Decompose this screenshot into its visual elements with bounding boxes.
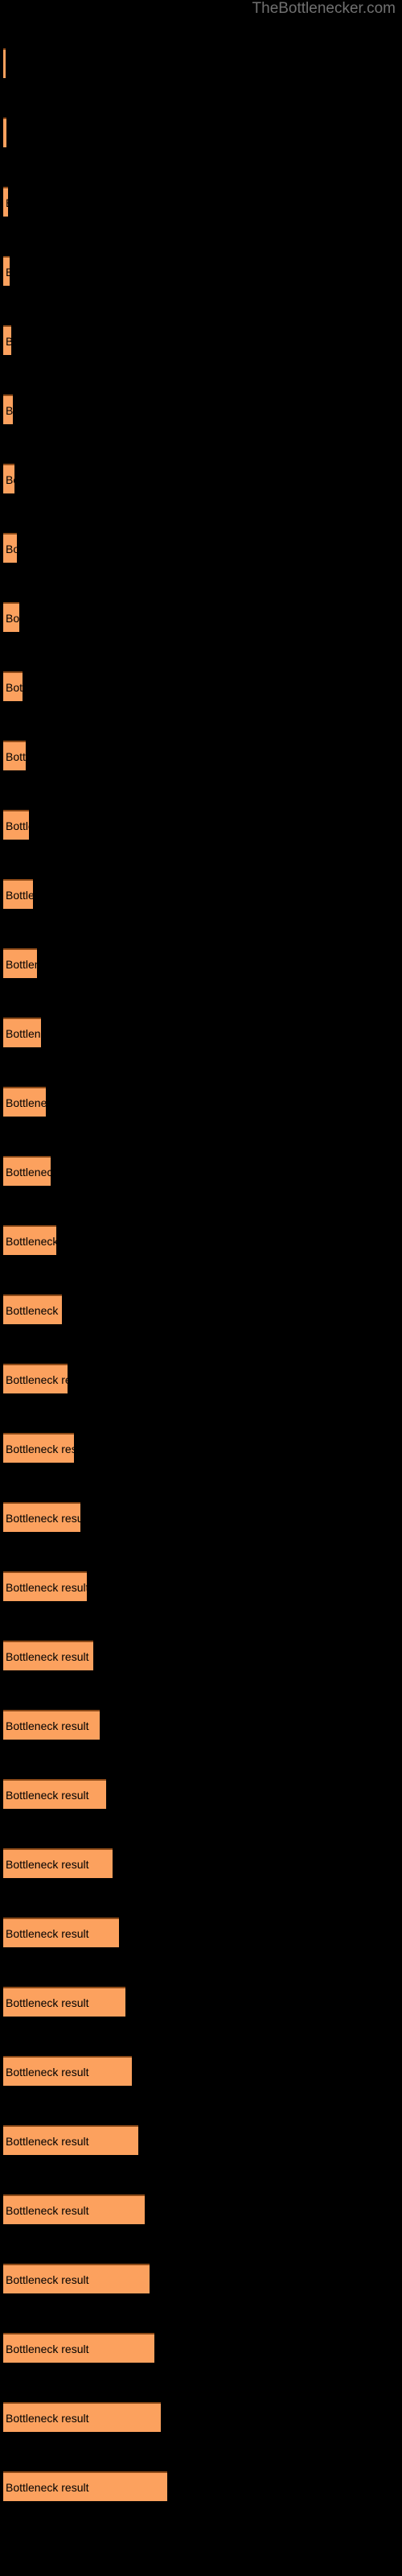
bottleneck-result-bar[interactable]: Bottleneck result: [3, 948, 37, 978]
bottleneck-result-bar[interactable]: Bottleneck result: [3, 2333, 154, 2363]
bar-label: Bottleneck result: [6, 819, 29, 832]
bar-label: Bottleneck result: [6, 749, 26, 763]
bar-label: Bottleneck result: [6, 2411, 89, 2425]
bottleneck-result-bar[interactable]: Bottleneck result: [3, 1087, 46, 1117]
bottleneck-result-bar[interactable]: Bottleneck result: [3, 533, 17, 563]
page-root: TheBottlenecker.com Bottleneck resultBot…: [0, 0, 402, 2576]
bottleneck-result-bar[interactable]: Bottleneck result: [3, 1641, 93, 1670]
bottleneck-result-bar[interactable]: Bottleneck result: [3, 2194, 145, 2224]
bottleneck-result-bar[interactable]: Bottleneck result: [3, 2125, 138, 2155]
bar-label: Bottleneck result: [6, 611, 19, 625]
bar-label: Bottleneck result: [6, 888, 33, 902]
bottleneck-result-bar[interactable]: Bottleneck result: [3, 1710, 100, 1740]
bottleneck-result-bar[interactable]: Bottleneck result: [3, 1018, 41, 1047]
bottleneck-result-bar[interactable]: Bottleneck result: [3, 256, 10, 286]
bar-label: Bottleneck result: [6, 1303, 62, 1317]
bar-label: Bottleneck result: [6, 266, 10, 279]
bottleneck-result-bar[interactable]: Bottleneck result: [3, 1433, 74, 1463]
bottleneck-result-bar[interactable]: Bottleneck result: [3, 48, 6, 78]
bar-label: Bottleneck result: [6, 1096, 46, 1109]
bar-label: Bottleneck result: [6, 2203, 89, 2217]
bottleneck-result-bar[interactable]: Bottleneck result: [3, 671, 23, 701]
bar-label: Bottleneck result: [6, 1857, 89, 1871]
bar-label: Bottleneck result: [6, 1373, 68, 1386]
bottleneck-result-bar[interactable]: Bottleneck result: [3, 2471, 167, 2501]
bar-label: Bottleneck result: [6, 2273, 89, 2286]
bottleneck-result-bar[interactable]: Bottleneck result: [3, 1156, 51, 1186]
bar-label: Bottleneck result: [6, 473, 14, 486]
bar-label: Bottleneck result: [6, 1165, 51, 1179]
bar-label: Bottleneck result: [6, 957, 37, 971]
bottleneck-result-bar[interactable]: Bottleneck result: [3, 1502, 80, 1532]
bottleneck-result-bar[interactable]: Bottleneck result: [3, 1364, 68, 1393]
bottleneck-bar-chart: Bottleneck result Bottleneck result Bottle…: [0, 0, 402, 2576]
bar-label: Bottleneck result: [6, 1234, 56, 1248]
bottleneck-result-bar[interactable]: Bottleneck result: [3, 741, 26, 770]
bar-label: Bottleneck result: [6, 403, 13, 417]
bottleneck-result-bar[interactable]: Bottleneck result: [3, 118, 6, 147]
bottleneck-result-bar[interactable]: Bottleneck result: [3, 879, 33, 909]
bar-label: Bottleneck result: [6, 196, 8, 209]
bottleneck-result-bar[interactable]: Bottleneck result: [3, 1848, 113, 1878]
bottleneck-result-bar[interactable]: Bottleneck result: [3, 1987, 125, 2017]
bar-label: Bottleneck result: [6, 1788, 89, 1802]
bar-label: Bottleneck result: [6, 542, 17, 555]
bar-label: Bottleneck result: [6, 2134, 89, 2148]
bottleneck-result-bar[interactable]: Bottleneck result: [3, 1294, 62, 1324]
bar-label: Bottleneck result: [6, 1649, 89, 1663]
bottleneck-result-bar[interactable]: Bottleneck result: [3, 1225, 56, 1255]
bottleneck-result-bar[interactable]: Bottleneck result: [3, 810, 29, 840]
bar-label: Bottleneck result: [6, 1926, 89, 1940]
bar-label: Bottleneck result: [6, 2342, 89, 2355]
bar-label: Bottleneck result: [6, 2480, 89, 2494]
bar-label: Bottleneck result: [6, 1996, 89, 2009]
bar-label: Bottleneck result: [6, 1719, 89, 1732]
bottleneck-result-bar[interactable]: Bottleneck result: [3, 2264, 150, 2293]
bottleneck-result-bar[interactable]: Bottleneck result: [3, 394, 13, 424]
bottleneck-result-bar[interactable]: Bottleneck result: [3, 187, 8, 217]
bar-label: Bottleneck result: [6, 1442, 74, 1455]
bottleneck-result-bar[interactable]: Bottleneck result: [3, 2056, 132, 2086]
bar-label: Bottleneck result: [6, 1511, 80, 1525]
bottleneck-result-bar[interactable]: Bottleneck result: [3, 325, 11, 355]
bottleneck-result-bar[interactable]: Bottleneck result: [3, 602, 19, 632]
bar-label: Bottleneck result: [6, 2065, 89, 2079]
bottleneck-result-bar[interactable]: Bottleneck result: [3, 2402, 161, 2432]
bottleneck-result-bar[interactable]: Bottleneck result: [3, 464, 14, 493]
bar-label: Bottleneck result: [6, 680, 23, 694]
bar-label: Bottleneck result: [6, 1580, 87, 1594]
bar-label: Bottleneck result: [6, 1026, 41, 1040]
bar-label: Bottleneck result: [6, 335, 11, 348]
bottleneck-result-bar[interactable]: Bottleneck result: [3, 1779, 106, 1809]
bottleneck-result-bar[interactable]: Bottleneck result: [3, 1918, 119, 1947]
bottleneck-result-bar[interactable]: Bottleneck result: [3, 1571, 87, 1601]
